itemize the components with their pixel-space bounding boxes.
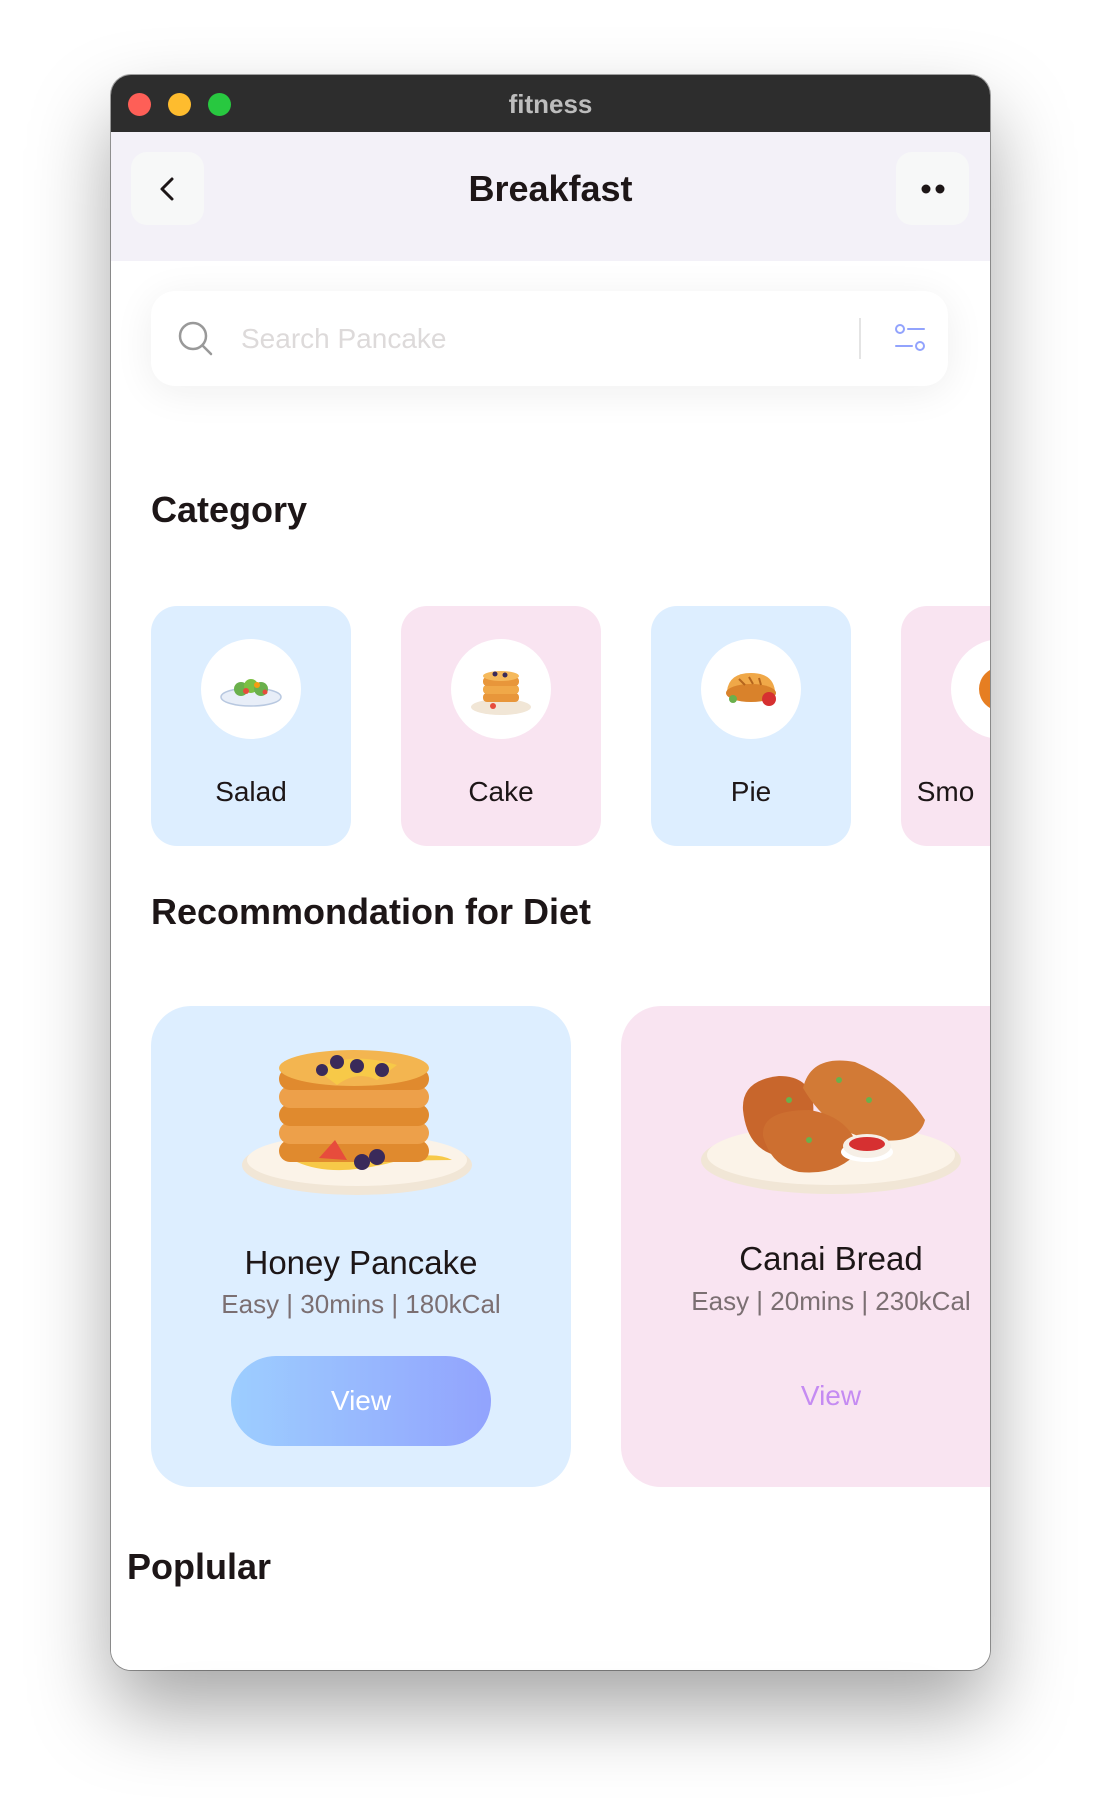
recommendation-card-honey-pancake[interactable]: Honey Pancake Easy | 30mins | 180kCal Vi…	[151, 1006, 571, 1487]
title-bar: fitness	[111, 75, 990, 132]
search-icon	[178, 321, 213, 356]
recipe-name: Canai Bread	[739, 1240, 923, 1277]
category-section-title: Category	[151, 489, 308, 530]
recipe-meta: Easy | 30mins | 180kCal	[221, 1289, 501, 1319]
recipe-name: Honey Pancake	[244, 1244, 478, 1281]
more-options-button[interactable]	[896, 152, 969, 225]
popular-section-title: Poplular	[127, 1546, 272, 1587]
category-label: Cake	[468, 776, 534, 807]
search-bar	[151, 291, 948, 386]
category-card-pie[interactable]: Pie	[651, 606, 851, 846]
view-button[interactable]: View	[231, 1356, 491, 1446]
category-image-circle	[201, 639, 301, 739]
canai-bread-image	[701, 1060, 961, 1194]
category-label: Pie	[730, 776, 772, 807]
category-image-circle	[701, 639, 801, 739]
view-button[interactable]: View	[701, 1351, 961, 1441]
pie-icon	[726, 673, 776, 706]
recommendation-section-title: Recommondation for Diet	[151, 891, 592, 932]
smoothie-icon	[979, 669, 990, 709]
category-card-cake[interactable]: Cake	[401, 606, 601, 846]
honey-pancake-image	[242, 1050, 472, 1195]
recipe-meta: Easy | 20mins | 230kCal	[691, 1286, 971, 1316]
search-input[interactable]	[239, 318, 843, 360]
category-card-smoothie[interactable]: Smo	[901, 606, 990, 846]
category-card-salad[interactable]: Salad	[151, 606, 351, 846]
category-image-circle	[451, 639, 551, 739]
search-divider	[859, 318, 861, 359]
filter-icon[interactable]	[893, 321, 927, 355]
category-label: Smo	[916, 776, 975, 807]
category-label: Salad	[215, 776, 287, 807]
window-title: fitness	[508, 89, 593, 119]
category-image-circle	[951, 639, 990, 739]
app-window: fitness Breakfast Search Pancake Categor…	[111, 75, 990, 1670]
cake-icon	[471, 671, 531, 715]
more-dots-icon	[921, 184, 944, 193]
salad-icon	[220, 679, 282, 707]
main-content: Category Salad	[111, 261, 990, 1670]
page-title: Breakfast	[468, 168, 633, 209]
recommendation-card-canai-bread[interactable]: Canai Bread Easy | 20mins | 230kCal View	[621, 1006, 990, 1487]
